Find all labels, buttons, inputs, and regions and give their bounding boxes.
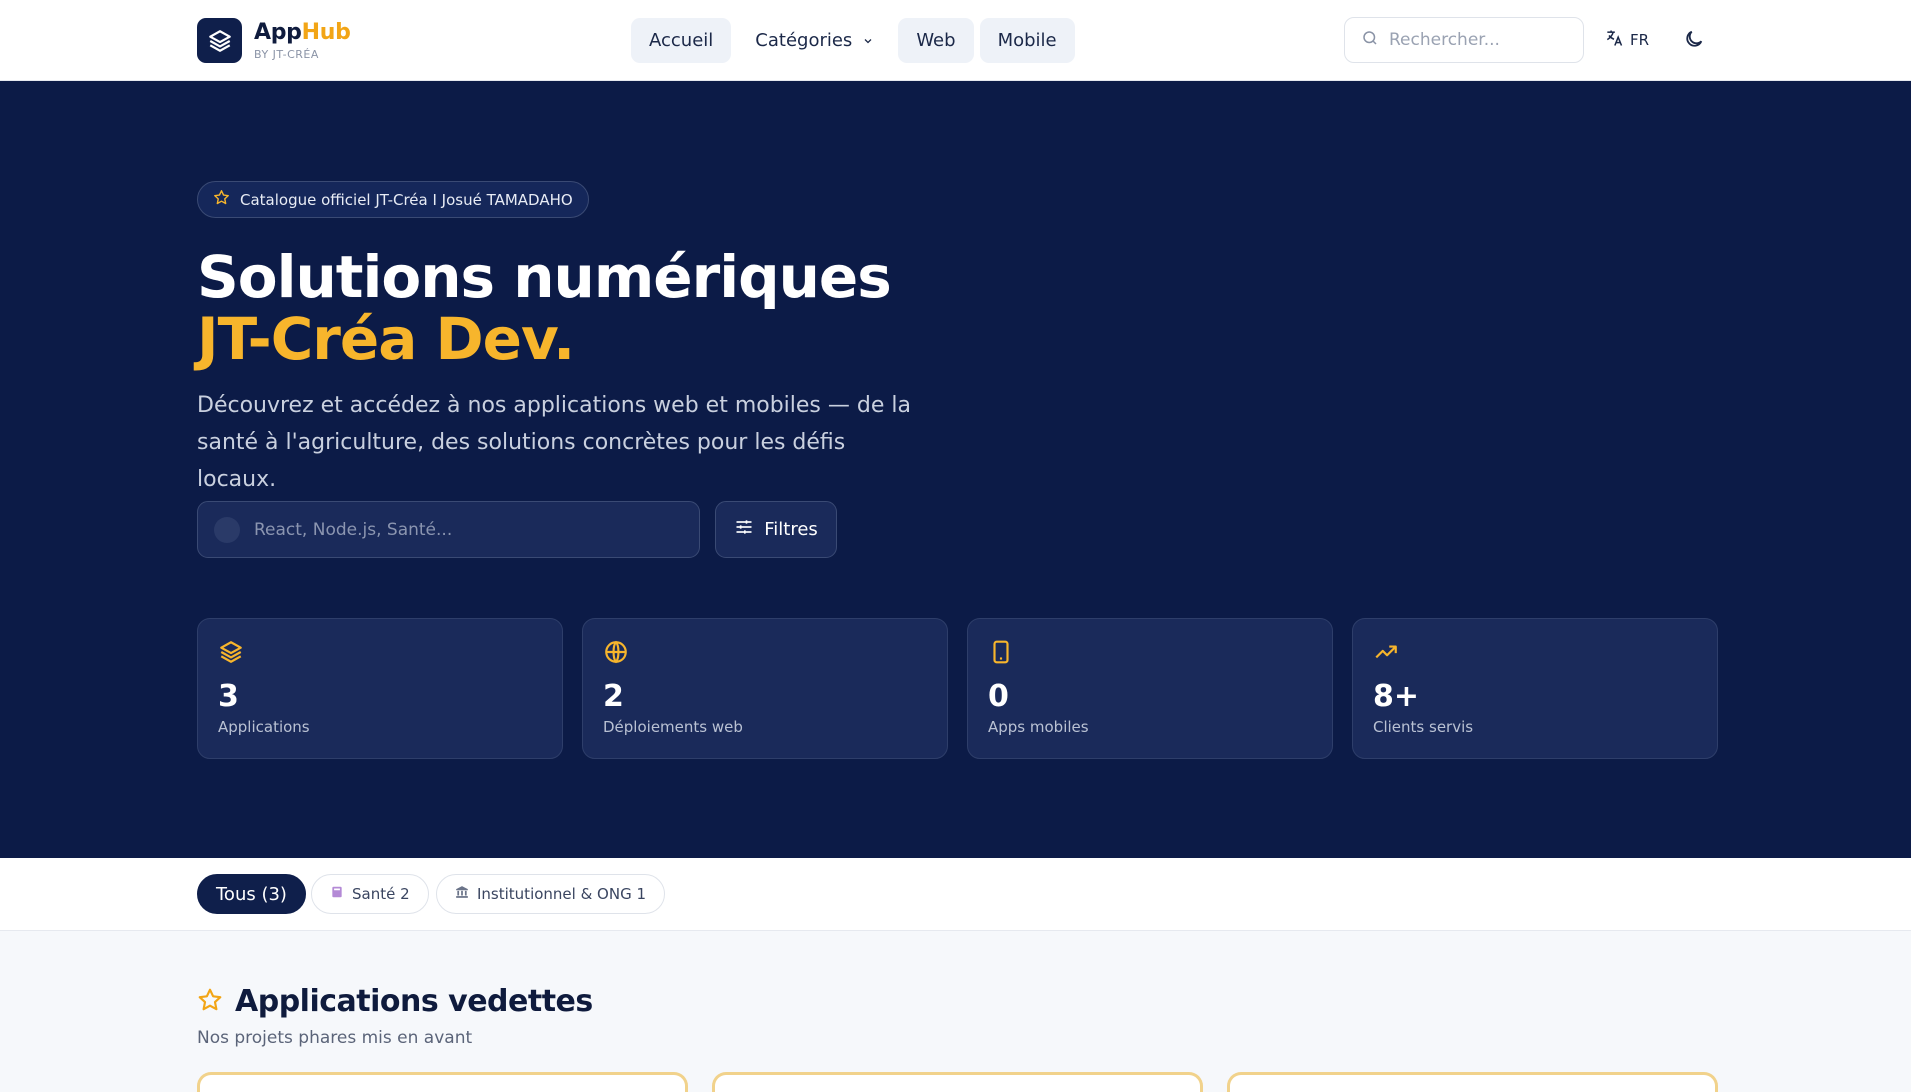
header-search-input[interactable] bbox=[1389, 30, 1559, 50]
search-icon bbox=[214, 516, 240, 543]
stat-value: 8+ bbox=[1373, 679, 1420, 714]
top-navbar: AppHub BY JT-CRÉA Accueil Catégories Web… bbox=[0, 0, 1911, 81]
nav-mobile[interactable]: Mobile bbox=[979, 18, 1075, 63]
chevron-down-icon bbox=[862, 35, 874, 47]
nav-categories-dropdown[interactable]: Catégories bbox=[737, 18, 892, 63]
smartphone-icon bbox=[988, 639, 1014, 669]
star-icon bbox=[213, 189, 230, 210]
featured-title: Applications vedettes bbox=[235, 984, 593, 1019]
hero-title-line2: JT-Créa Dev. bbox=[197, 305, 575, 373]
stat-value: 2 bbox=[603, 679, 624, 714]
bank-icon bbox=[455, 885, 469, 903]
hero-search[interactable] bbox=[197, 501, 700, 558]
theme-toggle-button[interactable] bbox=[1683, 28, 1705, 54]
header-search[interactable] bbox=[1344, 17, 1584, 63]
filter-chip-institutionnel[interactable]: Institutionnel & ONG 1 bbox=[436, 874, 666, 914]
catalogue-badge: Catalogue officiel JT-Créa I Josué TAMAD… bbox=[197, 181, 589, 218]
language-label: FR bbox=[1630, 31, 1650, 49]
search-icon bbox=[1361, 29, 1379, 51]
hero-section: Catalogue officiel JT-Créa I Josué TAMAD… bbox=[0, 81, 1911, 858]
hero-title-line1: Solutions numériques bbox=[197, 243, 892, 311]
featured-app-card[interactable] bbox=[712, 1072, 1203, 1092]
featured-app-card[interactable] bbox=[1227, 1072, 1718, 1092]
health-icon bbox=[330, 885, 344, 903]
trending-up-icon bbox=[1373, 639, 1399, 669]
hero-search-input[interactable] bbox=[254, 519, 674, 540]
layers-icon bbox=[218, 639, 244, 669]
brand[interactable]: AppHub BY JT-CRÉA bbox=[197, 18, 351, 63]
moon-icon bbox=[1683, 30, 1705, 54]
stat-value: 3 bbox=[218, 679, 239, 714]
nav-accueil[interactable]: Accueil bbox=[631, 18, 732, 63]
stat-label: Déploiements web bbox=[603, 718, 743, 736]
filter-chip-sante[interactable]: Santé 2 bbox=[311, 874, 429, 914]
brand-name: AppHub bbox=[254, 19, 351, 45]
star-icon bbox=[197, 987, 223, 1017]
translate-icon bbox=[1604, 28, 1624, 52]
stat-card-mobile: 0 Apps mobiles bbox=[967, 618, 1333, 759]
stat-label: Applications bbox=[218, 718, 310, 736]
category-filter-bar: Tous (3) Santé 2 Institutionnel & ONG 1 bbox=[0, 858, 1911, 931]
stat-label: Clients servis bbox=[1373, 718, 1474, 736]
stat-label: Apps mobiles bbox=[988, 718, 1089, 736]
hero-lead: Découvrez et accédez à nos applications … bbox=[197, 393, 911, 492]
stat-card-web: 2 Déploiements web bbox=[582, 618, 948, 759]
globe-icon bbox=[603, 639, 629, 669]
sliders-icon bbox=[734, 517, 754, 542]
stat-value: 0 bbox=[988, 679, 1009, 714]
layers-logo-icon bbox=[197, 18, 242, 63]
language-switcher[interactable]: FR bbox=[1604, 28, 1649, 52]
featured-heading: Applications vedettes bbox=[197, 984, 593, 1019]
filter-chip-all[interactable]: Tous (3) bbox=[197, 874, 306, 914]
nav-web[interactable]: Web bbox=[898, 18, 974, 63]
stat-card-clients: 8+ Clients servis bbox=[1352, 618, 1718, 759]
main-nav: Accueil Catégories Web Mobile bbox=[631, 18, 1075, 63]
stat-card-applications: 3 Applications bbox=[197, 618, 563, 759]
featured-subtitle: Nos projets phares mis en avant bbox=[197, 1028, 473, 1048]
brand-subtitle: BY JT-CRÉA bbox=[254, 47, 319, 61]
featured-app-card[interactable] bbox=[197, 1072, 688, 1092]
filters-button[interactable]: Filtres bbox=[715, 501, 837, 558]
